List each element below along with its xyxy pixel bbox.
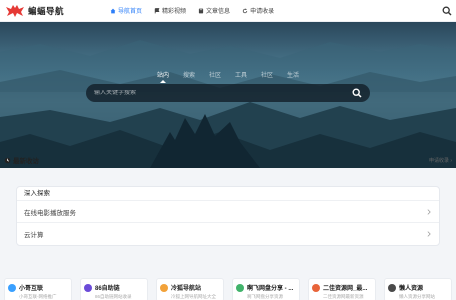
nav-item-label: 文章信息	[206, 9, 231, 15]
tab-search[interactable]: 搜索	[176, 70, 202, 79]
site-card-name: 小哥互联	[19, 286, 44, 292]
site-card-name: 二佳资源网_最...	[323, 286, 368, 292]
nav-item-label: 申请收录	[250, 9, 275, 15]
explore-item-cloud-computing[interactable]: 云计算	[17, 223, 439, 245]
nav-item-label: 精彩视频	[162, 9, 187, 15]
site-card-desc: 啊飞网盘分享资源	[247, 294, 283, 299]
top-header: 蝙蝠导航 导航首页 精彩视频 文章信息 申请收录	[0, 0, 456, 22]
site-favicon-icon	[8, 284, 16, 292]
chevron-right-icon	[427, 208, 431, 215]
clock-icon	[4, 157, 11, 163]
site-card-name: 86自助链	[95, 286, 120, 292]
search-input[interactable]	[94, 90, 334, 96]
tab-community[interactable]: 社区	[202, 70, 228, 79]
home-icon	[110, 8, 116, 13]
tab-social[interactable]: 社区	[254, 70, 280, 79]
nav-item-label: 导航首页	[118, 9, 143, 15]
nav-item-videos[interactable]: 精彩视频	[148, 0, 192, 22]
tab-tools[interactable]: 工具	[228, 70, 254, 79]
tab-onsite[interactable]: 站内	[150, 70, 176, 83]
site-favicon-icon	[160, 284, 168, 292]
site-logo-text: 蝙蝠导航	[28, 5, 65, 16]
site-card-row: 小哥互联小哥互联-网络推广 86自助链 86自助链网站收录 冷狐导航站冷狐上网导航…	[0, 278, 456, 300]
refresh-icon	[242, 7, 248, 13]
submit-site-link[interactable]: 申请收录 ›	[429, 157, 452, 164]
main-nav: 导航首页 精彩视频 文章信息 申请收录	[104, 0, 280, 22]
site-card-name: 懒人资源	[399, 286, 424, 292]
site-card[interactable]: 二佳资源网_最... 二佳资源网最新资源	[308, 278, 376, 300]
site-card[interactable]: 小哥互联小哥互联-网络推广	[4, 278, 72, 300]
site-card-desc: 冷狐上网导航网址大全	[171, 294, 216, 299]
site-favicon-icon	[388, 284, 396, 292]
site-logo[interactable]: 蝙蝠导航	[6, 4, 65, 17]
site-card-desc: 小哥互联-网络推广	[19, 294, 57, 299]
site-favicon-icon	[312, 284, 320, 292]
tab-life[interactable]: 生活	[280, 70, 306, 79]
flag-icon	[154, 7, 160, 13]
search-category-tabs: 站内 搜索 社区 工具 社区 生活	[0, 70, 456, 83]
site-favicon-icon	[236, 284, 244, 292]
explore-panel-title: 深入探索	[17, 187, 439, 201]
nav-item-articles[interactable]: 文章信息	[192, 0, 236, 22]
explore-item-label: 云计算	[24, 232, 44, 239]
site-card-desc: 二佳资源网最新资源	[323, 294, 364, 299]
site-card[interactable]: 懒人资源懒人资源分享网站	[384, 278, 452, 300]
site-card-name: 冷狐导航站	[171, 286, 202, 292]
site-card[interactable]: 啊飞网盘分享 - ... 啊飞网盘分享资源	[232, 278, 300, 300]
chevron-right-icon	[427, 231, 431, 237]
site-card-desc: 懒人资源分享网站	[399, 294, 435, 299]
site-card-desc: 86自助链网站收录	[95, 294, 132, 299]
recent-section-title: 最新收访	[4, 155, 39, 165]
nav-item-home[interactable]: 导航首页	[104, 0, 148, 22]
search-icon[interactable]	[442, 6, 452, 16]
explore-item-movie-service[interactable]: 在线电影播放服务	[17, 201, 439, 223]
site-card-name: 啊飞网盘分享 - ...	[247, 286, 294, 292]
hero-search-bar	[86, 84, 370, 102]
nav-item-submit[interactable]: 申请收录	[236, 0, 280, 22]
site-card[interactable]: 冷狐导航站冷狐上网导航网址大全	[156, 278, 224, 300]
bat-logo-icon	[6, 4, 24, 17]
recent-section-title-text: 最新收访	[13, 158, 39, 165]
hero-banner: 站内 搜索 社区 工具 社区 生活	[0, 22, 456, 168]
search-submit-icon[interactable]	[352, 88, 362, 98]
book-icon	[198, 8, 204, 13]
recent-section-header: 最新收访 申请收录 ›	[4, 154, 452, 166]
site-card[interactable]: 86自助链 86自助链网站收录	[80, 278, 148, 300]
explore-panel: 深入探索 在线电影播放服务 云计算	[16, 186, 440, 246]
explore-item-label: 在线电影播放服务	[24, 209, 76, 217]
site-favicon-icon	[84, 284, 92, 292]
